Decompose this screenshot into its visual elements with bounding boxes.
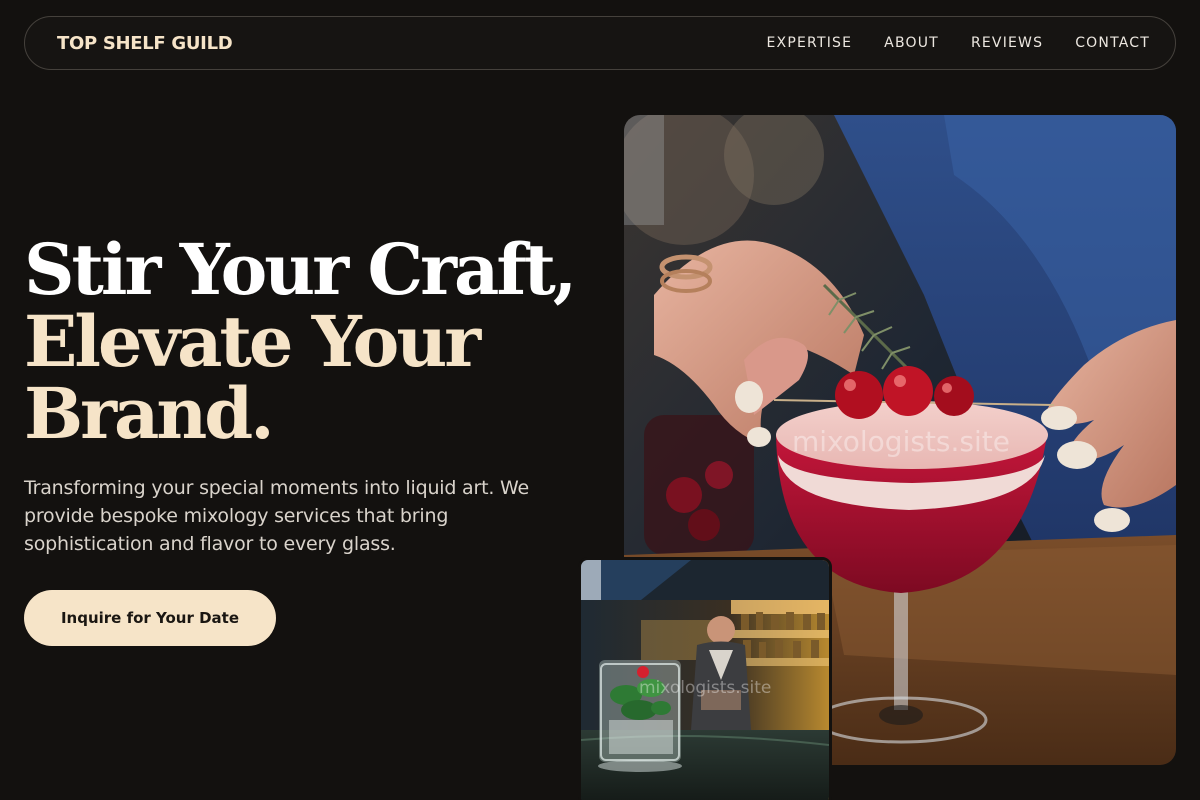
hero-title-line-1: Stir Your Craft, [24, 228, 577, 311]
nav-link-expertise[interactable]: EXPERTISE [767, 35, 853, 51]
hero-photo-bar: mixologists.site [578, 557, 832, 800]
nav-link-reviews[interactable]: REVIEWS [971, 35, 1043, 51]
hero-title-line-3: Brand. [24, 372, 275, 455]
inquire-button[interactable]: Inquire for Your Date [24, 590, 276, 646]
page: TOP SHELF GUILD EXPERTISE ABOUT REVIEWS … [0, 0, 1200, 800]
brand-logo[interactable]: TOP SHELF GUILD [57, 33, 233, 54]
nav-link-about[interactable]: ABOUT [884, 35, 939, 51]
hero-title: Stir Your Craft, Elevate Your Brand. [24, 234, 584, 450]
nav-links: EXPERTISE ABOUT REVIEWS CONTACT [767, 35, 1150, 51]
main-photo-watermark: mixologists.site [792, 425, 1010, 458]
top-nav: TOP SHELF GUILD EXPERTISE ABOUT REVIEWS … [24, 16, 1176, 70]
nav-link-contact[interactable]: CONTACT [1075, 35, 1150, 51]
small-photo-watermark: mixologists.site [639, 678, 772, 698]
hero-subtitle: Transforming your special moments into l… [24, 477, 530, 555]
hero-title-line-2: Elevate Your [24, 300, 481, 383]
